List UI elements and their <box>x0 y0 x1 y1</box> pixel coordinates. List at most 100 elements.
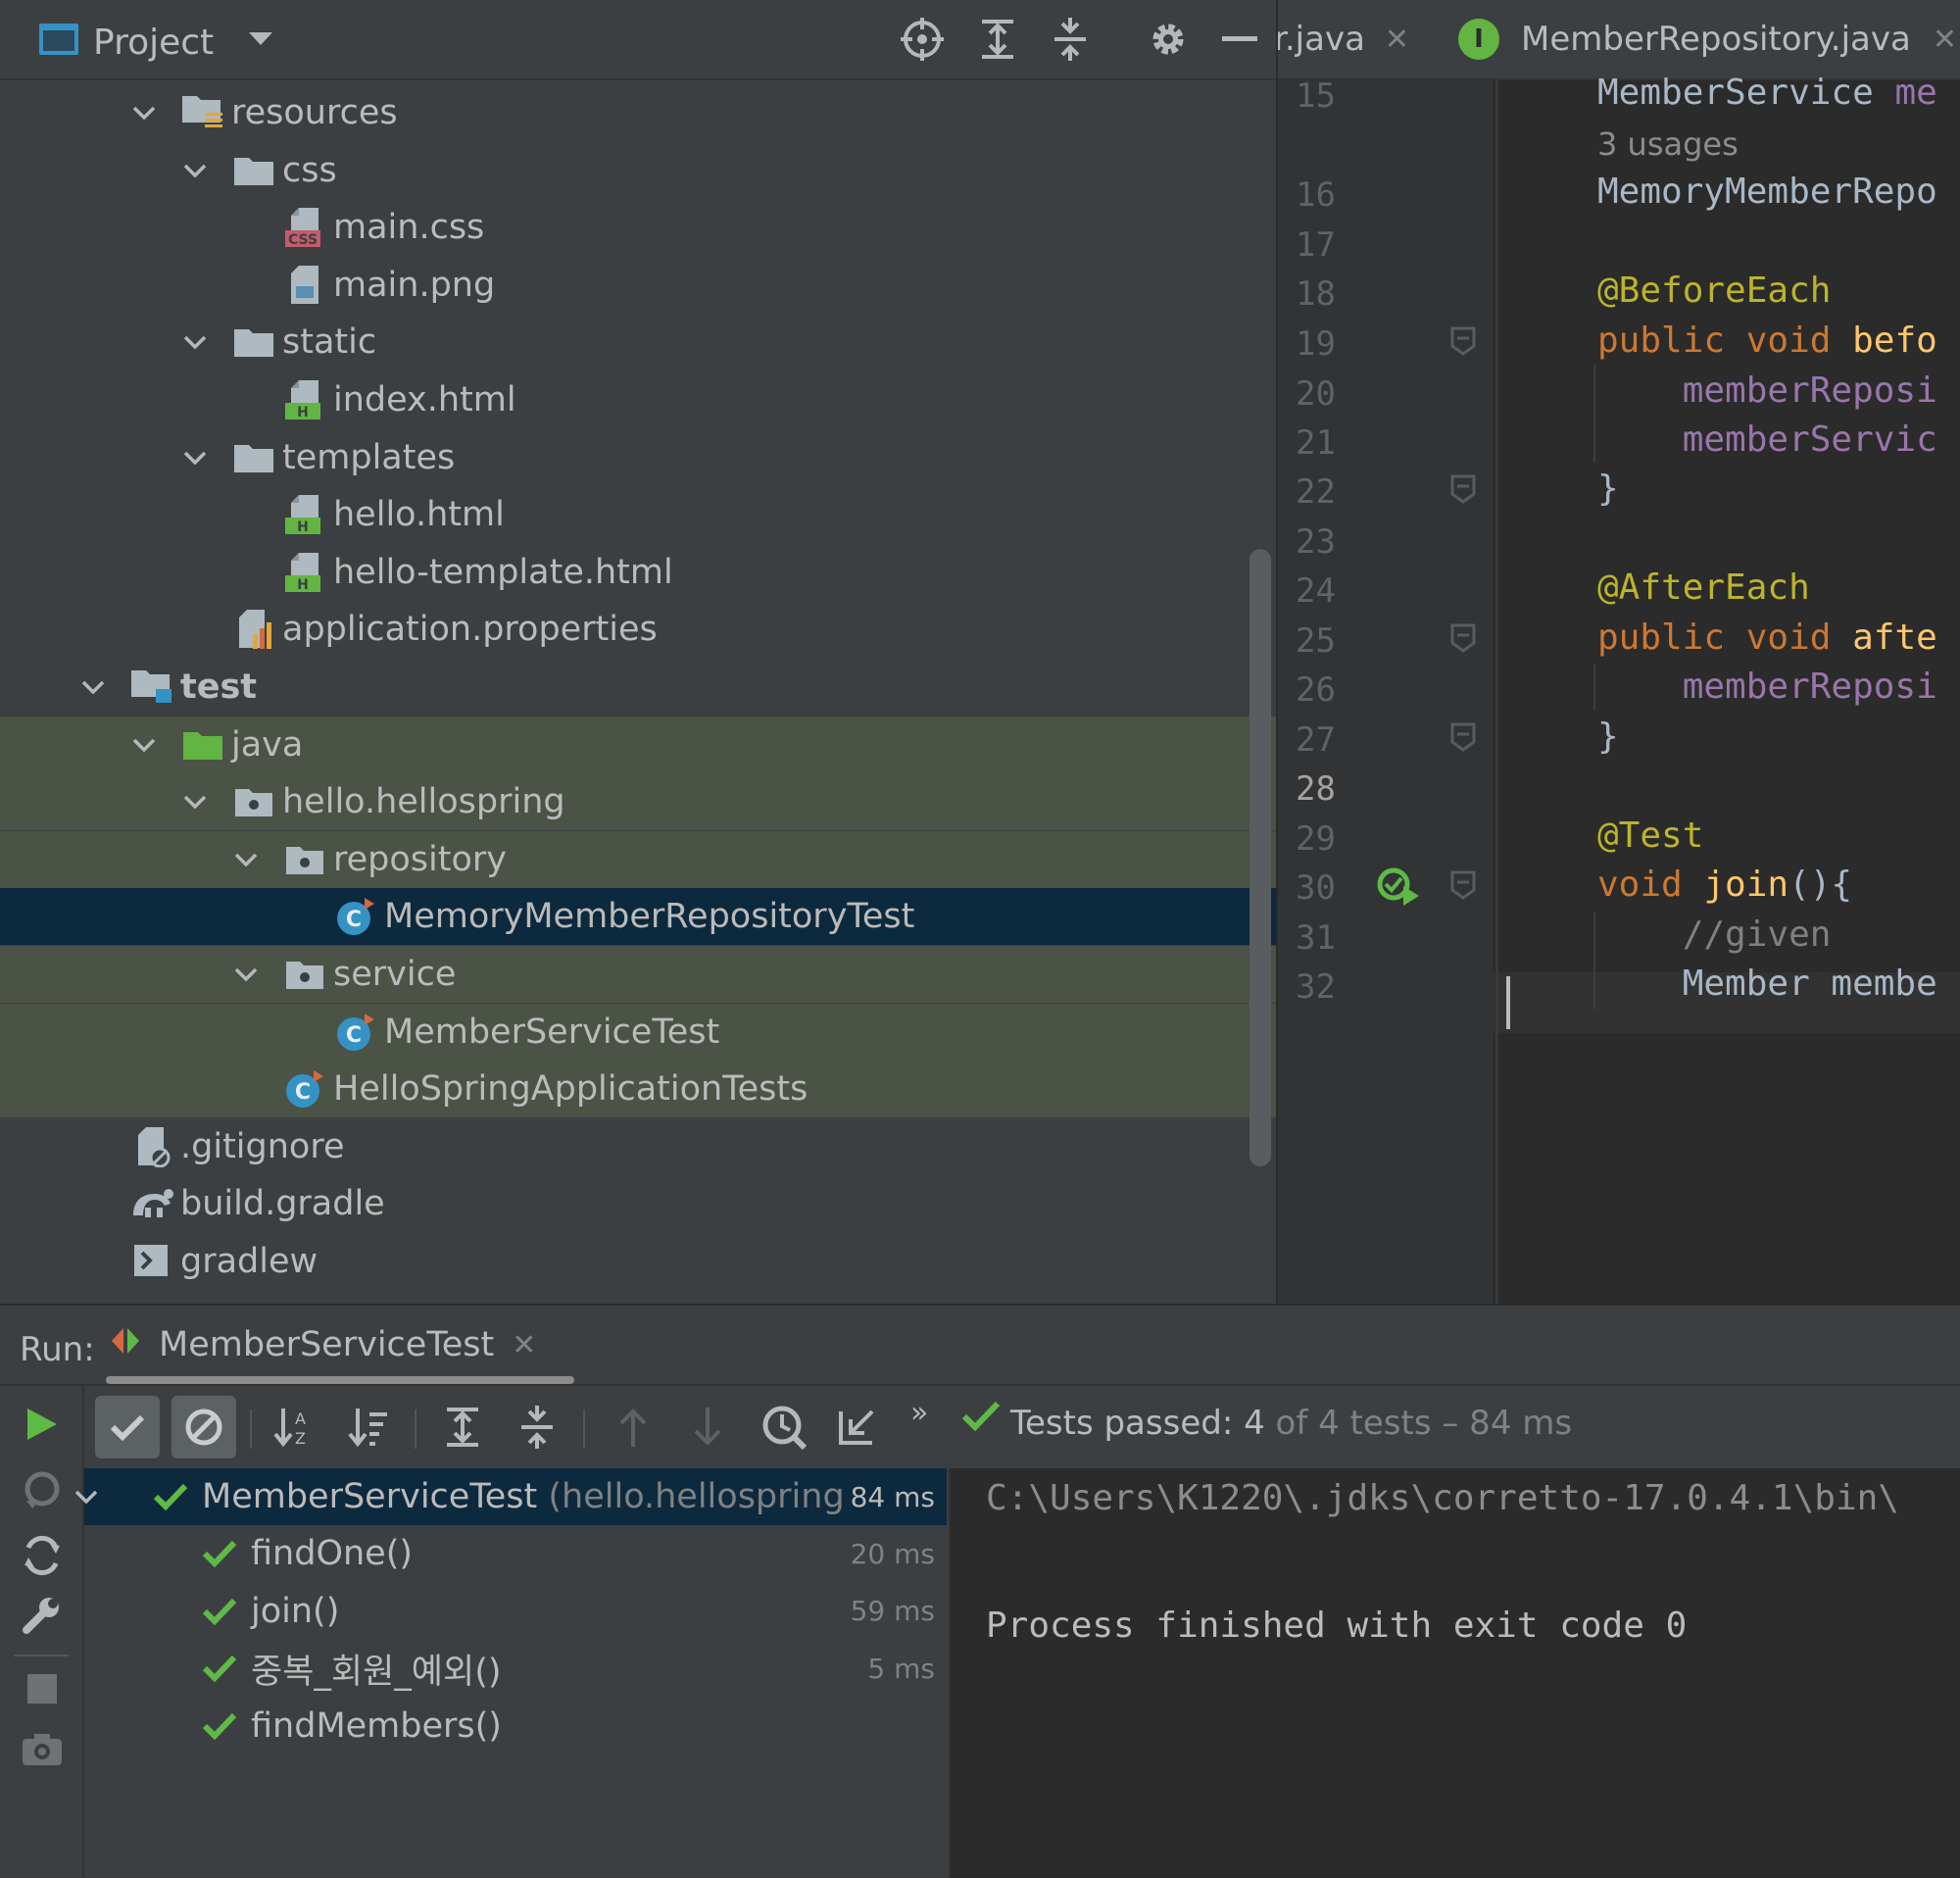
folder-resources-icon <box>180 84 225 141</box>
chevron-down-icon[interactable] <box>129 717 159 773</box>
tree-item[interactable]: Hhello.html <box>0 486 1276 543</box>
fold-start-icon[interactable] <box>1450 326 1476 360</box>
show-passed-toggle[interactable] <box>95 1396 160 1458</box>
close-icon[interactable]: ✕ <box>1385 23 1409 57</box>
svg-text:C: C <box>346 908 362 932</box>
collapse-all-icon[interactable] <box>505 1396 569 1458</box>
chevron-down-icon[interactable] <box>180 429 210 486</box>
chevron-down-icon[interactable] <box>74 1490 104 1504</box>
locate-icon[interactable] <box>895 0 950 78</box>
tree-item[interactable]: service <box>0 946 1276 1003</box>
run-side-toolbar <box>0 1386 84 1878</box>
sort-alphabetically-icon[interactable]: AZ <box>262 1396 326 1458</box>
code-line: @BeforeEach <box>1597 271 1831 311</box>
package-icon <box>231 773 276 830</box>
code-line: @AfterEach <box>1597 568 1810 608</box>
hide-icon[interactable] <box>1215 0 1264 78</box>
chevron-down-icon[interactable] <box>180 773 210 830</box>
tree-item[interactable]: css <box>0 142 1276 199</box>
chevron-down-icon[interactable] <box>180 314 210 371</box>
test-case-row[interactable]: 중복_회원_예외() 5 ms <box>84 1640 947 1697</box>
test-case-row[interactable]: findOne() 20 ms <box>84 1525 947 1582</box>
tree-item[interactable]: test <box>0 659 1276 716</box>
close-icon[interactable]: ✕ <box>1933 23 1957 57</box>
camera-icon[interactable] <box>18 1725 67 1774</box>
fold-end-icon[interactable] <box>1450 474 1476 508</box>
test-config-icon <box>108 1325 151 1364</box>
editor-gutter[interactable]: 15 16 17 18 19 20 21 22 23 24 25 26 27 28 29 30 31 32 <box>1278 76 1494 1304</box>
tree-item[interactable]: hello.hellospring <box>0 773 1276 831</box>
toolbar-divider <box>250 1409 252 1449</box>
tree-item[interactable]: java <box>0 716 1276 773</box>
test-history-icon[interactable] <box>752 1396 816 1458</box>
editor-tab-0[interactable]: r.java ✕ <box>1278 0 1409 78</box>
tree-item[interactable]: C HelloSpringApplicationTests <box>0 1061 1276 1118</box>
tree-item[interactable]: main.png <box>0 257 1276 314</box>
gear-icon[interactable] <box>1141 0 1196 78</box>
run-test-gutter-icon[interactable] <box>1376 866 1421 912</box>
shell-script-icon <box>129 1233 174 1290</box>
stop-icon[interactable] <box>18 1664 67 1713</box>
code-line: MemoryMemberRepo <box>1597 172 1937 212</box>
close-icon[interactable]: ✕ <box>512 1328 536 1362</box>
run-tab[interactable]: MemberServiceTest ✕ <box>108 1306 536 1384</box>
more-icon[interactable]: » <box>910 1396 928 1430</box>
tree-item[interactable]: Hindex.html <box>0 371 1276 428</box>
passed-check-icon <box>202 1711 237 1741</box>
code-editor: r.java ✕ I MemberRepository.java ✕ 15 16 1… <box>1278 0 1960 1304</box>
svg-text:Z: Z <box>295 1429 306 1448</box>
tree-scrollbar[interactable] <box>1250 549 1271 1166</box>
test-case-row[interactable]: findMembers() <box>84 1698 947 1754</box>
tree-item[interactable]: CSS main.css <box>0 199 1276 256</box>
wrench-icon[interactable] <box>18 1590 67 1639</box>
expand-all-icon[interactable] <box>970 0 1025 78</box>
tree-item[interactable]: C MemoryMemberRepositoryTest <box>0 888 1276 946</box>
chevron-down-icon[interactable] <box>231 831 261 888</box>
tree-item[interactable]: static <box>0 314 1276 371</box>
fold-start-icon[interactable] <box>1450 870 1476 904</box>
test-case-row[interactable]: join() 59 ms <box>84 1583 947 1640</box>
tree-item[interactable]: repository <box>0 830 1276 888</box>
import-tests-icon[interactable] <box>824 1396 889 1458</box>
chevron-down-icon[interactable] <box>243 0 278 78</box>
package-icon <box>282 946 327 1003</box>
chevron-down-icon[interactable] <box>231 946 261 1003</box>
project-view-title[interactable]: Project <box>93 0 214 78</box>
tree-item[interactable]: Hhello-template.html <box>0 544 1276 601</box>
rerun-icon[interactable] <box>18 1400 67 1449</box>
collapse-all-icon[interactable] <box>1043 0 1098 78</box>
fold-start-icon[interactable] <box>1450 623 1476 657</box>
chevron-down-icon[interactable] <box>78 659 108 716</box>
arrow-up-icon[interactable] <box>601 1396 665 1458</box>
tree-item[interactable]: C MemberServiceTest <box>0 1003 1276 1061</box>
fold-end-icon[interactable] <box>1450 722 1476 756</box>
editor-tab-1[interactable]: I MemberRepository.java ✕ <box>1458 0 1957 78</box>
rerun-failed-icon[interactable] <box>18 1466 67 1515</box>
arrow-down-icon[interactable] <box>675 1396 740 1458</box>
chevron-down-icon[interactable] <box>180 142 210 199</box>
tree-item[interactable]: resources <box>0 84 1276 141</box>
expand-all-icon[interactable] <box>430 1396 495 1458</box>
line-number: 25 <box>1296 621 1336 661</box>
code-token: memberReposi <box>1597 667 1937 707</box>
tree-item[interactable]: gradlew <box>0 1233 1276 1290</box>
svg-text:H: H <box>297 577 309 593</box>
tree-item-label: test <box>180 667 258 707</box>
run-header: Run: MemberServiceTest ✕ <box>0 1306 1960 1386</box>
tree-item[interactable]: application.properties <box>0 601 1276 658</box>
toggle-auto-test-icon[interactable] <box>18 1531 67 1580</box>
tree-item[interactable]: build.gradle <box>0 1175 1276 1232</box>
tree-item[interactable]: templates <box>0 429 1276 486</box>
line-number: 27 <box>1296 720 1336 760</box>
chevron-down-icon[interactable] <box>129 84 159 141</box>
tree-item[interactable]: .gitignore <box>0 1118 1276 1175</box>
editor-tab-label: MemberRepository.java <box>1521 20 1911 59</box>
code-line: memberReposi <box>1597 667 1937 707</box>
folder-icon <box>231 429 276 486</box>
show-ignored-toggle[interactable] <box>172 1396 236 1458</box>
usages-hint[interactable]: 3 usages <box>1597 125 1739 163</box>
test-suite-row[interactable]: MemberServiceTest (hello.hellospring.ser… <box>74 1468 947 1525</box>
console-output[interactable]: C:\Users\K1220\.jdks\corretto-17.0.4.1\b… <box>949 1468 1960 1878</box>
sort-by-duration-icon[interactable] <box>336 1396 401 1458</box>
project-header: Project <box>0 0 1276 80</box>
